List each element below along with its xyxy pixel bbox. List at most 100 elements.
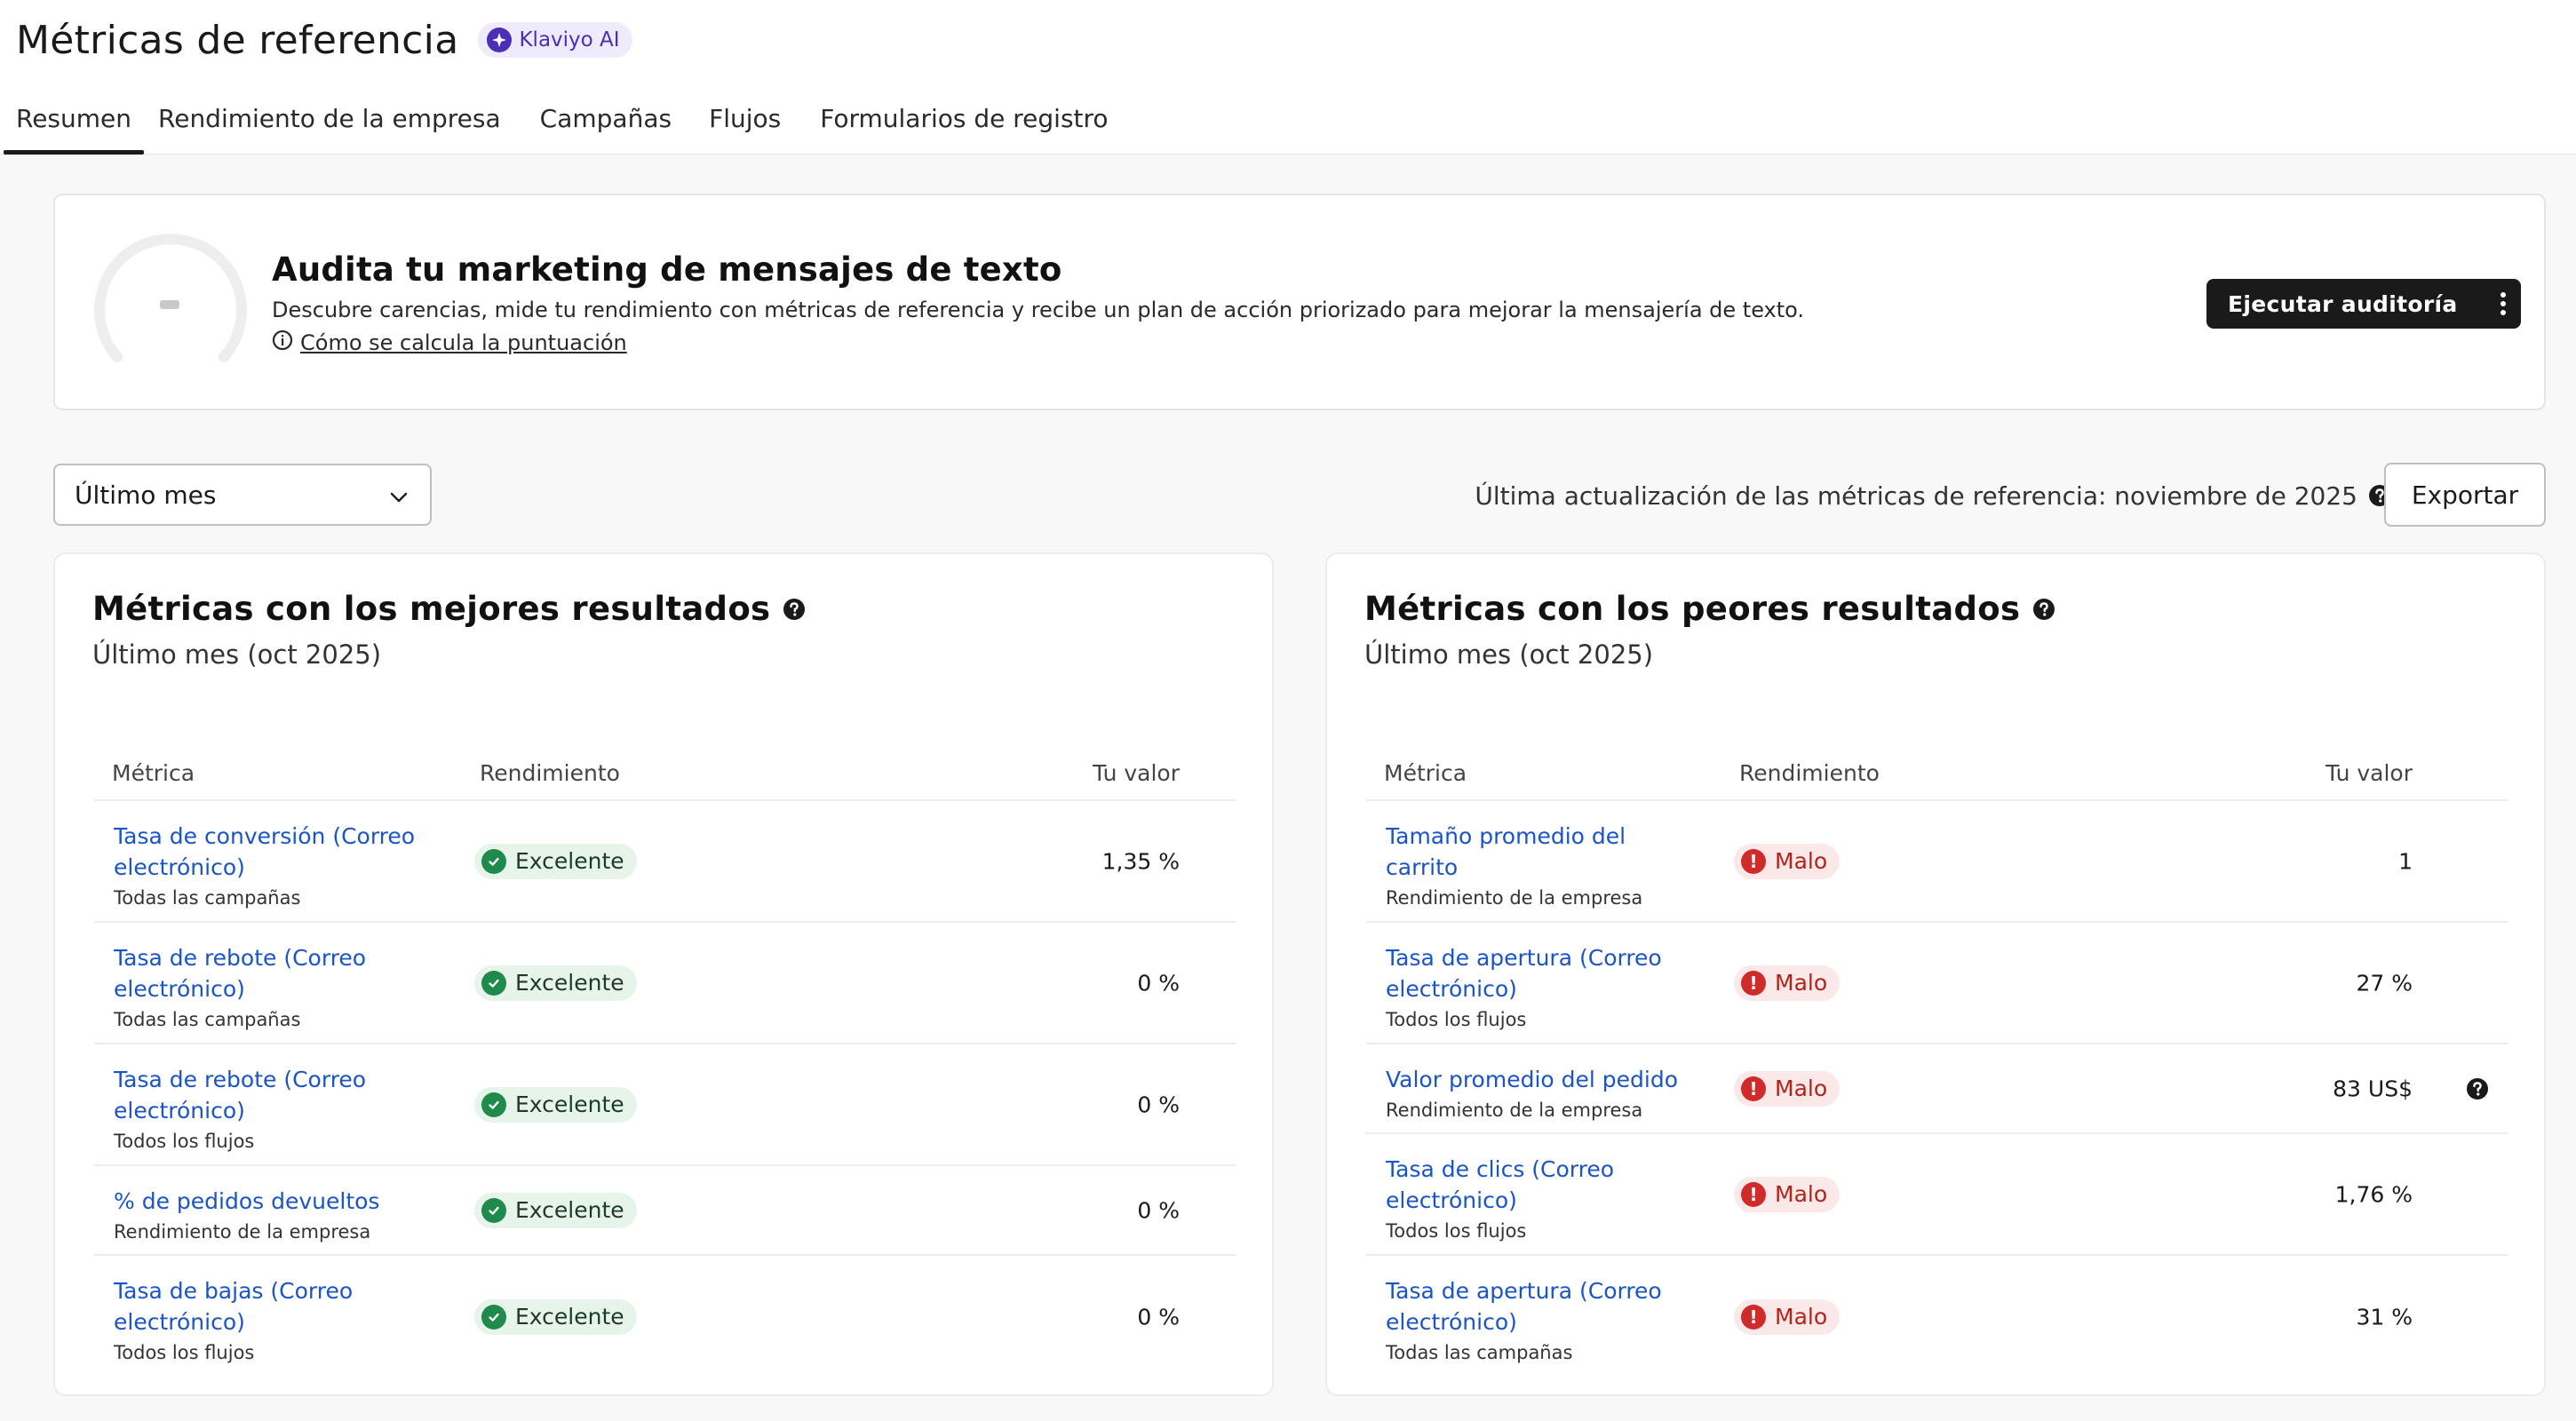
metric-link[interactable]: Valor promedio del pedido Rendimiento de…: [1386, 1064, 1741, 1123]
metric-scope: Todas las campañas: [114, 887, 301, 909]
worst-card-title-row: Métricas con los peores resultados: [1364, 590, 2055, 628]
exclamation-circle-icon: !: [1741, 1181, 1766, 1207]
metric-value: 0 %: [1137, 970, 1180, 996]
tab-label: Resumen: [16, 103, 132, 133]
metric-value: 0 %: [1137, 1092, 1180, 1117]
column-header-value: Tu valor: [1093, 760, 1180, 786]
status-label: Malo: [1775, 848, 1828, 874]
column-header-value: Tu valor: [2326, 760, 2413, 786]
best-card-title-row: Métricas con los mejores resultados: [92, 590, 806, 628]
metric-link[interactable]: Tasa de rebote (Correo electrónico) Toda…: [114, 942, 460, 1033]
table-row: Tasa de apertura (Correo electrónico) To…: [1366, 1256, 2508, 1377]
metric-link[interactable]: Tasa de apertura (Correo electrónico) To…: [1386, 1275, 1688, 1366]
title-row: Métricas de referencia Klaviyo AI: [16, 14, 632, 66]
metric-name[interactable]: Valor promedio del pedido: [1386, 1064, 1741, 1095]
metric-value: 27 %: [2356, 970, 2413, 996]
metric-name[interactable]: % de pedidos devueltos: [114, 1186, 460, 1217]
best-card-title: Métricas con los mejores resultados: [92, 590, 771, 628]
tab-label: Rendimiento de la empresa: [158, 103, 501, 133]
metric-name[interactable]: Tasa de apertura (Correo electrónico): [1386, 1275, 1688, 1338]
check-circle-icon: [481, 848, 506, 874]
klaviyo-ai-badge[interactable]: Klaviyo AI: [478, 22, 632, 58]
export-button[interactable]: Exportar: [2384, 463, 2546, 527]
metric-scope: Todos los flujos: [1386, 1220, 1527, 1242]
table-header: Métrica Rendimiento Tu valor: [94, 728, 1236, 801]
tab-campanas[interactable]: Campañas: [540, 82, 672, 155]
status-badge: Excelente: [474, 843, 637, 879]
period-select[interactable]: Último mes: [53, 464, 432, 526]
tab-formularios-registro[interactable]: Formularios de registro: [820, 82, 1108, 155]
best-card-subtitle: Último mes (oct 2025): [92, 639, 382, 670]
table-header: Métrica Rendimiento Tu valor: [1366, 728, 2508, 801]
status-label: Excelente: [515, 970, 624, 996]
more-vertical-icon[interactable]: [2485, 291, 2521, 316]
score-gauge: [94, 234, 247, 362]
metric-link[interactable]: Tasa de clics (Correo electrónico) Todos…: [1386, 1154, 1688, 1244]
metric-value: 1,35 %: [1101, 848, 1180, 874]
metric-link[interactable]: Tasa de bajas (Correo electrónico) Todos…: [114, 1275, 460, 1366]
worst-metrics-table: Métrica Rendimiento Tu valor Tamaño prom…: [1366, 728, 2508, 1377]
metric-scope: Todas las campañas: [114, 1009, 301, 1030]
table-row: Tasa de conversión (Correo electrónico) …: [94, 801, 1236, 923]
metric-value: 83 US$: [2333, 1076, 2413, 1101]
status-label: Malo: [1775, 1076, 1828, 1101]
page-header: Métricas de referencia Klaviyo AI Resume…: [0, 0, 2576, 155]
audit-description: Descubre carencias, mide tu rendimiento …: [272, 298, 1805, 322]
metric-scope: Todos los flujos: [114, 1342, 255, 1363]
metric-link[interactable]: Tasa de rebote (Correo electrónico) Todo…: [114, 1064, 460, 1155]
tab-rendimiento-empresa[interactable]: Rendimiento de la empresa: [158, 82, 501, 155]
metric-name[interactable]: Tasa de rebote (Correo electrónico): [114, 1064, 460, 1126]
exclamation-circle-icon: !: [1741, 1076, 1766, 1101]
status-label: Malo: [1775, 1181, 1828, 1207]
status-badge: ! Malo: [1734, 1298, 1841, 1335]
metric-name[interactable]: Tasa de clics (Correo electrónico): [1386, 1154, 1688, 1216]
metric-value: 1,76 %: [2334, 1181, 2413, 1207]
question-circle-icon[interactable]: [2032, 598, 2055, 621]
question-circle-icon[interactable]: [2466, 1077, 2489, 1100]
status-badge: ! Malo: [1734, 1176, 1841, 1212]
status-badge: Excelente: [474, 1298, 637, 1335]
table-row: Valor promedio del pedido Rendimiento de…: [1366, 1044, 2508, 1134]
best-metrics-table: Métrica Rendimiento Tu valor Tasa de con…: [94, 728, 1236, 1377]
status-label: Malo: [1775, 970, 1828, 996]
metric-name[interactable]: Tasa de bajas (Correo electrónico): [114, 1275, 460, 1338]
exclamation-circle-icon: !: [1741, 970, 1766, 996]
metric-link[interactable]: Tasa de conversión (Correo electrónico) …: [114, 821, 460, 911]
run-audit-button[interactable]: Ejecutar auditoría: [2206, 279, 2521, 329]
worst-metrics-card: Métricas con los peores resultados Últim…: [1325, 552, 2546, 1396]
metric-link[interactable]: % de pedidos devueltos Rendimiento de la…: [114, 1186, 460, 1245]
chevron-down-icon: [389, 480, 409, 510]
score-info-link[interactable]: Cómo se calcula la puntuación: [272, 329, 1804, 356]
metric-name[interactable]: Tasa de rebote (Correo electrónico): [114, 942, 460, 1004]
metric-link[interactable]: Tasa de apertura (Correo electrónico) To…: [1386, 942, 1688, 1033]
metric-link[interactable]: Tamaño promedio del carrito Rendimiento …: [1386, 821, 1688, 911]
status-badge: Excelente: [474, 965, 637, 1001]
metric-value: 1: [2398, 848, 2413, 874]
metric-scope: Rendimiento de la empresa: [114, 1221, 371, 1242]
status-badge: ! Malo: [1734, 843, 1841, 879]
status-badge: Excelente: [474, 1086, 637, 1123]
metric-scope: Rendimiento de la empresa: [1386, 887, 1643, 909]
status-label: Excelente: [515, 1197, 624, 1223]
metric-scope: Todos los flujos: [114, 1131, 255, 1152]
tab-bar: Resumen Rendimiento de la empresa Campañ…: [0, 82, 1109, 155]
table-row: Tasa de apertura (Correo electrónico) To…: [1366, 923, 2508, 1044]
metric-name[interactable]: Tasa de apertura (Correo electrónico): [1386, 942, 1688, 1004]
score-info-label[interactable]: Cómo se calcula la puntuación: [300, 330, 627, 355]
tab-label: Campañas: [539, 103, 672, 133]
question-circle-icon[interactable]: [783, 598, 806, 621]
metric-name[interactable]: Tasa de conversión (Correo electrónico): [114, 821, 460, 883]
table-row: % de pedidos devueltos Rendimiento de la…: [94, 1166, 1236, 1256]
status-badge: Excelente: [474, 1192, 637, 1228]
metric-value: 31 %: [2356, 1304, 2413, 1330]
run-audit-label[interactable]: Ejecutar auditoría: [2206, 291, 2485, 317]
metric-name[interactable]: Tamaño promedio del carrito: [1386, 821, 1688, 883]
tab-resumen[interactable]: Resumen: [4, 82, 145, 155]
exclamation-circle-icon: !: [1741, 1304, 1766, 1330]
ai-badge-label: Klaviyo AI: [519, 28, 620, 52]
table-row: Tasa de clics (Correo electrónico) Todos…: [1366, 1134, 2508, 1256]
tab-flujos[interactable]: Flujos: [709, 82, 781, 155]
audit-title: Audita tu marketing de mensajes de texto: [272, 250, 1062, 289]
column-header-performance: Rendimiento: [480, 760, 620, 786]
exclamation-circle-icon: !: [1741, 848, 1766, 874]
